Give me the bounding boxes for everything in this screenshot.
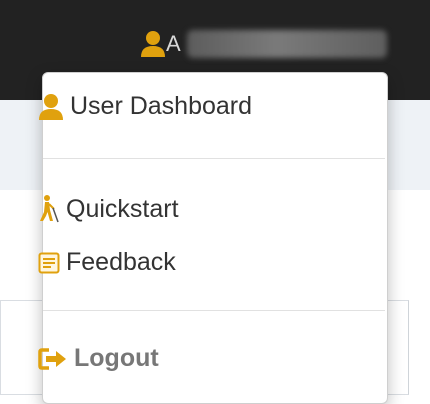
username-redacted [186,30,387,58]
menu-item-feedback[interactable]: Feedback [38,248,176,277]
logout-icon [38,347,68,371]
user-icon [38,93,64,121]
menu-item-label: Logout [74,344,159,372]
menu-item-user-dashboard[interactable]: User Dashboard [38,92,252,121]
menu-divider [43,158,385,159]
user-icon [140,30,166,58]
username-initial: A [166,31,181,56]
menu-item-label: Quickstart [66,194,179,223]
walking-person-icon [38,194,60,224]
feedback-form-icon [38,251,60,275]
menu-item-label: Feedback [66,248,176,276]
user-menu-toggle[interactable]: A [140,24,387,64]
menu-item-logout[interactable]: Logout [38,344,159,373]
menu-item-quickstart[interactable]: Quickstart [38,194,179,224]
menu-divider [43,310,385,311]
menu-item-label: User Dashboard [70,92,253,120]
